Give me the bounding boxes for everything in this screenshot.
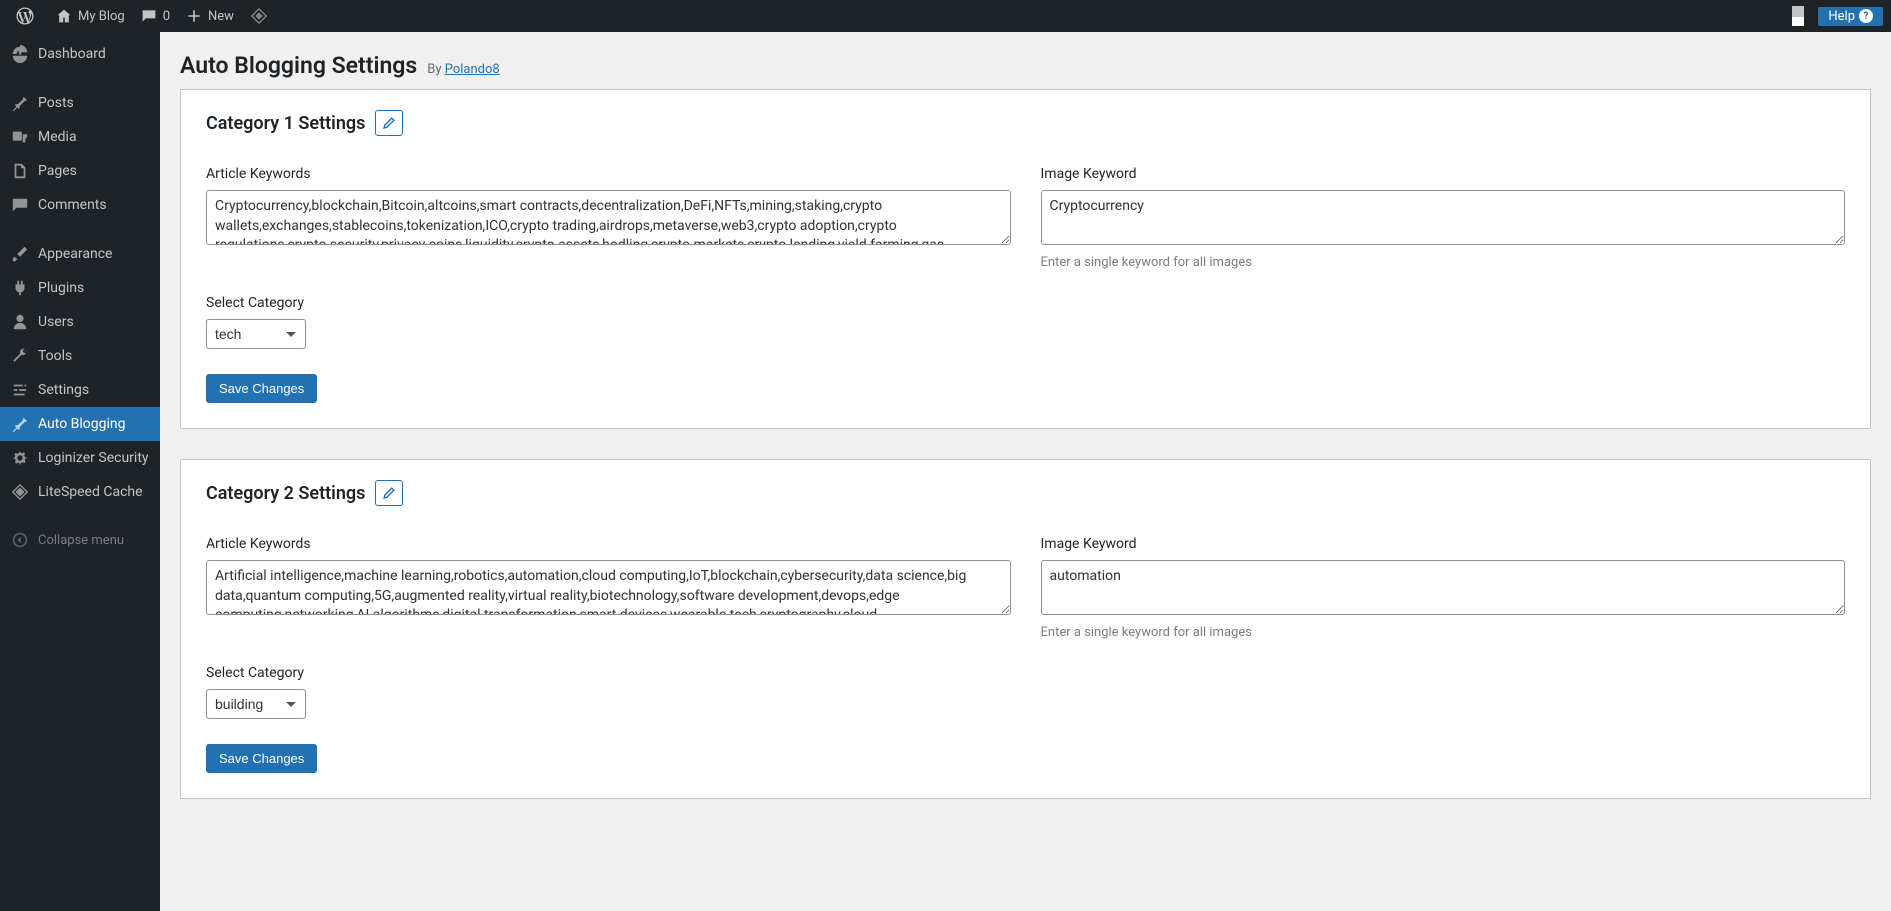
sidebar-item-label: Auto Blogging — [38, 416, 126, 432]
dashboard-icon — [10, 45, 30, 63]
sidebar-item-loginizer[interactable]: Loginizer Security — [0, 441, 160, 475]
pencil-icon — [382, 486, 396, 500]
sidebar-item-label: Pages — [38, 163, 77, 179]
comment-icon — [141, 8, 157, 24]
collapse-icon — [10, 532, 30, 548]
sidebar-item-label: Dashboard — [38, 46, 106, 62]
image-keyword-help-2: Enter a single keyword for all images — [1041, 625, 1846, 640]
pages-icon — [10, 162, 30, 180]
litespeed-bar-icon[interactable] — [242, 0, 276, 32]
sidebar-item-label: Settings — [38, 382, 89, 398]
site-link[interactable]: My Blog — [48, 0, 133, 32]
sidebar-separator — [0, 76, 160, 81]
user-icon — [10, 313, 30, 331]
help-label: Help — [1828, 9, 1855, 24]
device-icon[interactable] — [1784, 0, 1818, 32]
pin-icon — [10, 94, 30, 112]
sidebar-item-media[interactable]: Media — [0, 120, 160, 154]
save-button-1[interactable]: Save Changes — [206, 374, 317, 403]
select-category-label-1: Select Category — [206, 295, 1845, 311]
article-keywords-label-1: Article Keywords — [206, 166, 1011, 182]
category-2-card: Category 2 Settings Article Keywords Ima… — [180, 459, 1871, 799]
save-button-2[interactable]: Save Changes — [206, 744, 317, 773]
select-category-2[interactable]: building — [206, 689, 306, 719]
sidebar-item-posts[interactable]: Posts — [0, 86, 160, 120]
home-icon — [56, 8, 72, 24]
sidebar-item-auto-blogging[interactable]: Auto Blogging — [0, 407, 160, 441]
select-category-1[interactable]: tech — [206, 319, 306, 349]
collapse-menu[interactable]: Collapse menu — [0, 524, 160, 556]
sidebar-item-settings[interactable]: Settings — [0, 373, 160, 407]
sidebar-item-label: LiteSpeed Cache — [38, 484, 143, 500]
sidebar-item-plugins[interactable]: Plugins — [0, 271, 160, 305]
diamond-icon — [10, 483, 30, 501]
plus-icon — [186, 8, 202, 24]
select-category-label-2: Select Category — [206, 665, 1845, 681]
image-keyword-input-2[interactable] — [1041, 560, 1846, 615]
page-title: Auto Blogging Settings — [180, 52, 417, 79]
article-keywords-input-2[interactable] — [206, 560, 1011, 615]
article-keywords-label-2: Article Keywords — [206, 536, 1011, 552]
author-link[interactable]: Polando8 — [445, 62, 500, 77]
comments-count: 0 — [163, 9, 170, 24]
sidebar-separator — [0, 227, 160, 232]
sidebar-item-appearance[interactable]: Appearance — [0, 237, 160, 271]
sidebar-item-label: Comments — [38, 197, 107, 213]
image-keyword-help-1: Enter a single keyword for all images — [1041, 255, 1846, 270]
admin-menu: Dashboard Posts Media Pages Comments App… — [0, 32, 160, 911]
brush-icon — [10, 245, 30, 263]
sidebar-item-label: Plugins — [38, 280, 84, 296]
category-1-heading: Category 1 Settings — [206, 113, 365, 134]
new-link[interactable]: New — [178, 0, 242, 32]
admin-bar: My Blog 0 New Help ? — [0, 0, 1891, 32]
mobile-icon — [1792, 6, 1804, 26]
sidebar-item-comments[interactable]: Comments — [0, 188, 160, 222]
site-name-label: My Blog — [78, 9, 125, 24]
wp-logo[interactable] — [8, 0, 48, 32]
comments-link[interactable]: 0 — [133, 0, 178, 32]
page-body: Auto Blogging Settings By Polando8 Categ… — [160, 32, 1891, 849]
wordpress-icon — [16, 7, 34, 25]
sidebar-item-label: Tools — [38, 348, 72, 364]
image-keyword-label-1: Image Keyword — [1041, 166, 1846, 182]
new-label: New — [208, 9, 234, 24]
wrench-icon — [10, 347, 30, 365]
sidebar-item-tools[interactable]: Tools — [0, 339, 160, 373]
image-keyword-label-2: Image Keyword — [1041, 536, 1846, 552]
help-tab[interactable]: Help ? — [1818, 7, 1883, 26]
collapse-label: Collapse menu — [38, 533, 124, 548]
pin-icon — [10, 415, 30, 433]
plug-icon — [10, 279, 30, 297]
category-1-card: Category 1 Settings Article Keywords Ima… — [180, 89, 1871, 429]
sidebar-item-litespeed[interactable]: LiteSpeed Cache — [0, 475, 160, 509]
article-keywords-input-1[interactable] — [206, 190, 1011, 245]
sliders-icon — [10, 381, 30, 399]
page-title-row: Auto Blogging Settings By Polando8 — [180, 52, 1871, 89]
comment-icon — [10, 196, 30, 214]
sidebar-item-label: Users — [38, 314, 74, 330]
sidebar-item-label: Appearance — [38, 246, 112, 262]
pencil-icon — [382, 116, 396, 130]
sidebar-item-pages[interactable]: Pages — [0, 154, 160, 188]
sidebar-item-label: Loginizer Security — [38, 450, 149, 466]
sidebar-item-users[interactable]: Users — [0, 305, 160, 339]
sidebar-item-label: Media — [38, 129, 77, 145]
edit-category-2-button[interactable] — [375, 480, 403, 506]
byline: By Polando8 — [427, 62, 500, 77]
sidebar-item-label: Posts — [38, 95, 74, 111]
category-2-heading: Category 2 Settings — [206, 483, 365, 504]
edit-category-1-button[interactable] — [375, 110, 403, 136]
sidebar-item-dashboard[interactable]: Dashboard — [0, 37, 160, 71]
image-keyword-input-1[interactable] — [1041, 190, 1846, 245]
help-question-icon: ? — [1859, 9, 1873, 23]
media-icon — [10, 128, 30, 146]
sidebar-separator — [0, 514, 160, 519]
gear-icon — [10, 449, 30, 467]
